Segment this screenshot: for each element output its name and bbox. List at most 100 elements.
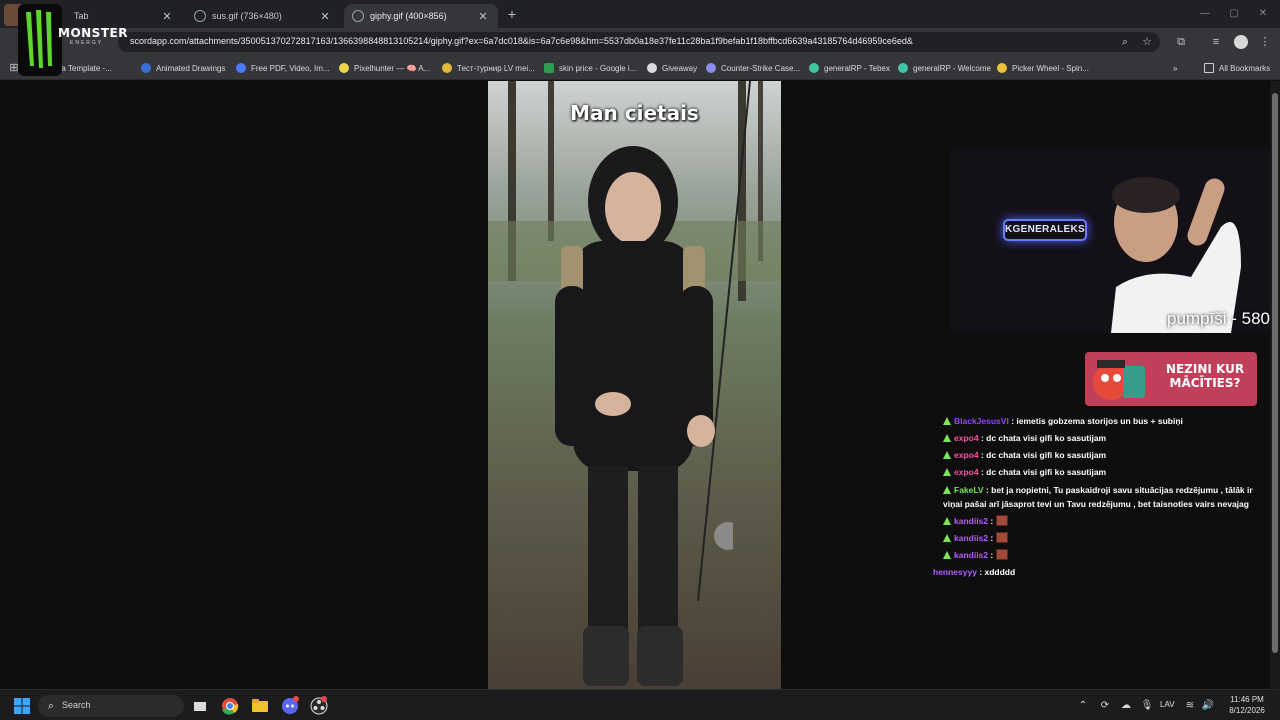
sheets-icon bbox=[544, 63, 554, 73]
chat-username[interactable]: hennesyyy bbox=[933, 567, 977, 577]
bookmark-label: Picker Wheel - Spin... bbox=[1012, 63, 1089, 73]
bookmark-item[interactable]: Picker Wheel - Spin... bbox=[997, 61, 1089, 75]
scrollbar-thumb[interactable] bbox=[1272, 93, 1278, 653]
gif-image: Man cietais bbox=[488, 81, 781, 689]
extensions-icon[interactable]: ⧉ bbox=[1173, 34, 1189, 50]
taskbar: ⌕ Search ⌃ ⟳ ☁ 🎙 LAV ≋ 🔊 11:46 PM 8/12/2… bbox=[0, 689, 1280, 720]
chat-username[interactable]: expo4 bbox=[954, 433, 979, 443]
chat-message: expo4 : dc chata visi gifi ko sasutijam bbox=[943, 447, 1270, 464]
system-clock[interactable]: 11:46 PM 8/12/2026 bbox=[1222, 694, 1272, 716]
chat-message: expo4 : dc chata visi gifi ko sasutijam bbox=[943, 430, 1270, 447]
scrollbar[interactable] bbox=[1270, 81, 1280, 689]
cloud-icon[interactable]: ☁ bbox=[1118, 698, 1134, 714]
chat-message: expo4 : dc chata visi gifi ko sasutijam bbox=[943, 464, 1270, 481]
bookmark-label: Counter-Strike Case... bbox=[721, 63, 801, 73]
ad-banner[interactable]: NEZINI KUR MĀCĪTIES? bbox=[1085, 352, 1257, 406]
site-icon bbox=[809, 63, 819, 73]
tab-3-active[interactable]: giphy.gif (400×856) ✕ bbox=[344, 4, 498, 28]
chat-username[interactable]: expo4 bbox=[954, 450, 979, 460]
bookmark-label: All Bookmarks bbox=[1219, 63, 1271, 73]
chat-text: : xddddd bbox=[976, 567, 1016, 577]
bookmark-label: skin price - Google i... bbox=[559, 63, 637, 73]
volume-icon[interactable]: 🔊 bbox=[1200, 698, 1216, 714]
chat-emote-icon bbox=[995, 515, 1008, 526]
chat-message: kandiis2 : bbox=[943, 513, 1270, 530]
bookmark-label: Animated Drawings bbox=[156, 63, 226, 73]
bookmark-item[interactable]: Pixelhunter — 🧠 A... bbox=[339, 61, 430, 75]
site-icon bbox=[997, 63, 1007, 73]
tab-2[interactable]: sus.gif (736×480) ✕ bbox=[186, 4, 340, 28]
chat-badge-icon bbox=[943, 431, 951, 442]
chat-username[interactable]: FakeLV bbox=[954, 485, 984, 495]
wifi-icon[interactable]: ≋ bbox=[1182, 698, 1198, 714]
overflow-label: » bbox=[1173, 63, 1178, 73]
logo-subtext: ENERGY bbox=[70, 40, 104, 46]
bookmark-label: Giveaway bbox=[662, 63, 698, 73]
chat-message: FakeLV : bet ja nopietni, Tu paskaidroji… bbox=[943, 481, 1270, 513]
bookmark-item[interactable]: skin price - Google i... bbox=[544, 61, 636, 75]
bookmarks-bar: ⊞ ate a Template -... Animated Drawings … bbox=[0, 56, 1280, 80]
bookmark-item[interactable]: Animated Drawings bbox=[141, 61, 225, 75]
person-figure bbox=[555, 146, 733, 686]
chat-message: BlackJesusVI : iemetis gobzema storijos … bbox=[943, 413, 1270, 430]
site-icon bbox=[706, 63, 716, 73]
bookmark-item[interactable]: Free PDF, Video, Im... bbox=[236, 61, 330, 75]
chevron-up-icon[interactable]: ⌃ bbox=[1075, 698, 1091, 714]
discord-icon[interactable] bbox=[279, 695, 301, 717]
chat-badge-icon bbox=[943, 548, 951, 559]
language-indicator[interactable]: LAV bbox=[1160, 700, 1175, 709]
bookmark-item[interactable]: generalRP - Tebex bbox=[809, 61, 890, 75]
chat-emote-icon bbox=[995, 532, 1008, 543]
window-close-icon[interactable]: ✕ bbox=[1256, 6, 1270, 22]
bookmark-item[interactable]: Giveaway bbox=[647, 61, 697, 75]
chat-username[interactable]: expo4 bbox=[954, 467, 979, 477]
neon-sign: KGENERALEKS bbox=[1003, 219, 1087, 241]
chat-username[interactable]: kandiis2 bbox=[954, 533, 988, 543]
chat-text: : dc chata visi gifi ko sasutijam bbox=[978, 433, 1107, 443]
minimize-icon[interactable]: — bbox=[1198, 6, 1212, 22]
bookmark-item[interactable]: Counter-Strike Case... bbox=[706, 61, 800, 75]
file-explorer-icon[interactable] bbox=[249, 695, 271, 717]
toolbar: scordapp.com/attachments/350051370272817… bbox=[0, 28, 1280, 56]
bookmark-star-icon[interactable]: ☆ bbox=[1140, 35, 1154, 49]
meta-icon bbox=[141, 63, 151, 73]
chat-badge-icon bbox=[943, 531, 951, 542]
windows-start-icon[interactable] bbox=[14, 698, 30, 714]
site-icon bbox=[647, 63, 657, 73]
bookmark-item[interactable]: Тест-турнир LV mei... bbox=[442, 61, 535, 75]
chat-username[interactable]: kandiis2 bbox=[954, 550, 988, 560]
obs-icon[interactable] bbox=[308, 695, 330, 717]
chat-text: : bbox=[988, 516, 996, 526]
chat-username[interactable]: BlackJesusVI bbox=[954, 416, 1009, 426]
page-content: Man cietais KGENERALEKS pumpīši - 580 NE… bbox=[0, 81, 1270, 689]
menu-kebab-icon[interactable]: ⋮ bbox=[1257, 34, 1273, 50]
all-bookmarks[interactable]: All Bookmarks bbox=[1204, 61, 1270, 75]
close-icon[interactable]: ✕ bbox=[476, 10, 490, 23]
tab-strip: Tab ✕ sus.gif (736×480) ✕ giphy.gif (400… bbox=[0, 0, 1280, 28]
maximize-icon[interactable]: ▢ bbox=[1227, 6, 1241, 22]
microphone-icon[interactable]: 🎙 bbox=[1139, 698, 1155, 714]
logo-text: MONSTER bbox=[58, 26, 128, 40]
chat-badge-icon bbox=[943, 465, 951, 476]
chat-username[interactable]: kandiis2 bbox=[954, 516, 988, 526]
zoom-icon[interactable]: ⌕ bbox=[1118, 35, 1132, 49]
bookmark-item[interactable]: generalRP - Welcome bbox=[898, 61, 991, 75]
url-text: scordapp.com/attachments/350051370272817… bbox=[130, 36, 913, 46]
close-icon[interactable]: ✕ bbox=[318, 10, 332, 23]
screen: Tab ✕ sus.gif (736×480) ✕ giphy.gif (400… bbox=[0, 0, 1280, 720]
globe-icon bbox=[194, 10, 206, 22]
chat-badge-icon bbox=[943, 514, 951, 525]
chat-text: : bet ja nopietni, Tu paskaidroji savu s… bbox=[943, 485, 1253, 509]
taskbar-search[interactable]: ⌕ Search bbox=[38, 695, 184, 717]
monster-logo: MONSTER ENERGY bbox=[18, 4, 138, 76]
close-icon[interactable]: ✕ bbox=[160, 10, 174, 23]
bookmarks-overflow[interactable]: » bbox=[1173, 61, 1177, 75]
sync-icon[interactable]: ⟳ bbox=[1097, 698, 1113, 714]
media-icon[interactable]: ≡ bbox=[1208, 34, 1224, 50]
chrome-icon[interactable] bbox=[219, 695, 241, 717]
new-tab-icon[interactable]: + bbox=[505, 6, 519, 22]
task-view-icon[interactable] bbox=[189, 695, 211, 717]
address-bar[interactable]: scordapp.com/attachments/350051370272817… bbox=[118, 32, 1160, 52]
profile-avatar[interactable] bbox=[1234, 35, 1248, 49]
search-icon: ⌕ bbox=[47, 700, 55, 712]
